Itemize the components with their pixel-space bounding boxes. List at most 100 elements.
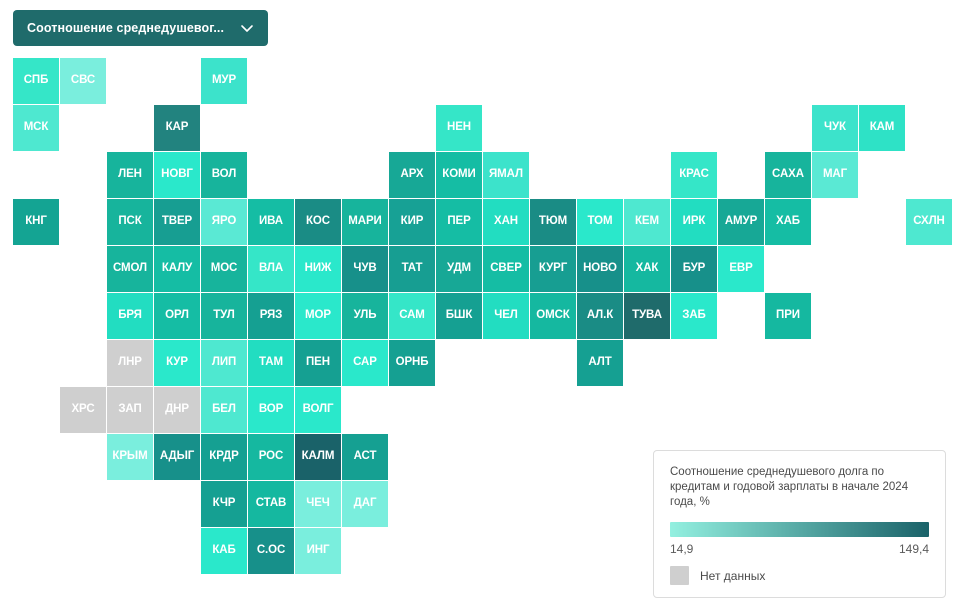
- map-tile[interactable]: ЕВР: [718, 246, 764, 292]
- map-tile[interactable]: БУР: [671, 246, 717, 292]
- map-tile[interactable]: КОС: [295, 199, 341, 245]
- map-tile[interactable]: С.ОС: [248, 528, 294, 574]
- map-tile[interactable]: МСК: [13, 105, 59, 151]
- map-tile[interactable]: САХА: [765, 152, 811, 198]
- map-tile[interactable]: ПРИ: [765, 293, 811, 339]
- map-tile[interactable]: ВОЛГ: [295, 387, 341, 433]
- map-tile[interactable]: ТАТ: [389, 246, 435, 292]
- map-tile[interactable]: КРЫМ: [107, 434, 153, 480]
- map-tile-label: МОР: [305, 309, 331, 322]
- map-tile[interactable]: САР: [342, 340, 388, 386]
- map-tile[interactable]: ТУВА: [624, 293, 670, 339]
- map-tile[interactable]: СПБ: [13, 58, 59, 104]
- map-tile[interactable]: СМОЛ: [107, 246, 153, 292]
- map-tile[interactable]: КАМ: [859, 105, 905, 151]
- map-tile[interactable]: СВС: [60, 58, 106, 104]
- map-tile[interactable]: СХЛН: [906, 199, 952, 245]
- map-tile[interactable]: КИР: [389, 199, 435, 245]
- map-tile[interactable]: КАБ: [201, 528, 247, 574]
- map-tile[interactable]: ОРНБ: [389, 340, 435, 386]
- map-tile[interactable]: КУР: [154, 340, 200, 386]
- map-tile[interactable]: КНГ: [13, 199, 59, 245]
- map-tile[interactable]: ЯРО: [201, 199, 247, 245]
- map-tile[interactable]: СТАВ: [248, 481, 294, 527]
- map-tile[interactable]: СВЕР: [483, 246, 529, 292]
- map-tile[interactable]: ОМСК: [530, 293, 576, 339]
- map-tile[interactable]: ЛИП: [201, 340, 247, 386]
- map-tile[interactable]: ВЛА: [248, 246, 294, 292]
- map-tile[interactable]: ЗАП: [107, 387, 153, 433]
- map-tile-label: ТВЕР: [161, 215, 193, 228]
- map-tile[interactable]: ЧУК: [812, 105, 858, 151]
- map-tile[interactable]: ПЕН: [295, 340, 341, 386]
- map-tile[interactable]: МОР: [295, 293, 341, 339]
- map-tile[interactable]: КАЛУ: [154, 246, 200, 292]
- map-tile-label: БРЯ: [118, 309, 142, 322]
- map-tile[interactable]: АМУР: [718, 199, 764, 245]
- map-tile[interactable]: ЛЕН: [107, 152, 153, 198]
- map-tile[interactable]: ТВЕР: [154, 199, 200, 245]
- map-tile[interactable]: ДАГ: [342, 481, 388, 527]
- map-tile[interactable]: КРАС: [671, 152, 717, 198]
- map-tile[interactable]: ИВА: [248, 199, 294, 245]
- map-tile-label: ЧЕЛ: [494, 309, 518, 322]
- map-tile[interactable]: КРДР: [201, 434, 247, 480]
- map-tile[interactable]: ТОМ: [577, 199, 623, 245]
- map-tile[interactable]: ХАК: [624, 246, 670, 292]
- map-tile[interactable]: БРЯ: [107, 293, 153, 339]
- map-tile[interactable]: РЯЗ: [248, 293, 294, 339]
- map-tile[interactable]: НЕН: [436, 105, 482, 151]
- map-tile[interactable]: ТАМ: [248, 340, 294, 386]
- map-tile[interactable]: ИРК: [671, 199, 717, 245]
- map-tile[interactable]: МОС: [201, 246, 247, 292]
- map-tile[interactable]: ВОЛ: [201, 152, 247, 198]
- map-tile[interactable]: ХРС: [60, 387, 106, 433]
- map-tile[interactable]: АЛ.К: [577, 293, 623, 339]
- map-tile[interactable]: ХАН: [483, 199, 529, 245]
- map-tile-label: КРАС: [679, 168, 709, 181]
- map-tile[interactable]: КЕМ: [624, 199, 670, 245]
- map-tile[interactable]: НОВГ: [154, 152, 200, 198]
- map-tile[interactable]: АЛТ: [577, 340, 623, 386]
- map-tile[interactable]: ИНГ: [295, 528, 341, 574]
- map-tile[interactable]: РОС: [248, 434, 294, 480]
- map-tile[interactable]: БЕЛ: [201, 387, 247, 433]
- map-tile[interactable]: УДМ: [436, 246, 482, 292]
- map-tile[interactable]: КОМИ: [436, 152, 482, 198]
- map-tile[interactable]: ЧУВ: [342, 246, 388, 292]
- map-tile[interactable]: АДЫГ: [154, 434, 200, 480]
- map-tile-label: СПБ: [23, 74, 49, 87]
- map-tile[interactable]: САМ: [389, 293, 435, 339]
- map-tile[interactable]: АСТ: [342, 434, 388, 480]
- map-tile[interactable]: ЧЕЛ: [483, 293, 529, 339]
- map-tile[interactable]: КАЛМ: [295, 434, 341, 480]
- map-tile[interactable]: АРХ: [389, 152, 435, 198]
- map-tile[interactable]: КУРГ: [530, 246, 576, 292]
- map-tile[interactable]: ДНР: [154, 387, 200, 433]
- map-tile[interactable]: НИЖ: [295, 246, 341, 292]
- map-tile[interactable]: ЧЕЧ: [295, 481, 341, 527]
- map-tile[interactable]: ОРЛ: [154, 293, 200, 339]
- map-tile[interactable]: ТЮМ: [530, 199, 576, 245]
- map-tile-label: НИЖ: [304, 262, 332, 275]
- legend-color-ramp: [670, 522, 929, 537]
- map-tile[interactable]: НОВО: [577, 246, 623, 292]
- map-tile[interactable]: ПСК: [107, 199, 153, 245]
- map-tile[interactable]: КАР: [154, 105, 200, 151]
- map-tile[interactable]: ЛНР: [107, 340, 153, 386]
- map-tile[interactable]: МАГ: [812, 152, 858, 198]
- map-tile[interactable]: БШК: [436, 293, 482, 339]
- map-tile[interactable]: КЧР: [201, 481, 247, 527]
- map-tile[interactable]: ЗАБ: [671, 293, 717, 339]
- map-tile[interactable]: ЯМАЛ: [483, 152, 529, 198]
- map-tile[interactable]: МАРИ: [342, 199, 388, 245]
- map-tile[interactable]: ТУЛ: [201, 293, 247, 339]
- map-tile[interactable]: УЛЬ: [342, 293, 388, 339]
- map-tile-label: ЧЕЧ: [306, 497, 330, 510]
- map-tile[interactable]: МУР: [201, 58, 247, 104]
- map-tile[interactable]: ВОР: [248, 387, 294, 433]
- map-tile-label: КЕМ: [635, 215, 659, 228]
- legend-max-value: 149,4: [898, 542, 929, 556]
- map-tile[interactable]: ПЕР: [436, 199, 482, 245]
- map-tile[interactable]: ХАБ: [765, 199, 811, 245]
